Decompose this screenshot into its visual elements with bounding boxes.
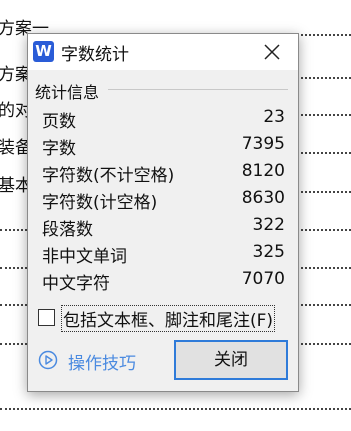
- leader-dots: [0, 267, 27, 269]
- leader-dots: [297, 114, 351, 116]
- leader-dots: [297, 34, 351, 36]
- leader-dots: [297, 304, 351, 306]
- leader-dots: [0, 343, 27, 345]
- stat-row-paragraphs: 段落数 322: [42, 212, 285, 240]
- leader-dots: [297, 191, 351, 193]
- stat-label: 中文字符: [42, 274, 110, 294]
- leader-dots: [0, 304, 27, 306]
- stat-value: 23: [263, 107, 285, 127]
- play-circle-icon: [38, 350, 58, 370]
- stat-label: 段落数: [42, 220, 93, 240]
- leader-dots: [297, 152, 351, 154]
- tips-label[interactable]: 操作技巧: [68, 349, 136, 374]
- stat-value: 8120: [241, 161, 285, 181]
- leader-dots: [297, 267, 351, 269]
- group-title: 统计信息: [35, 83, 100, 102]
- include-textboxes-label[interactable]: 包括文本框、脚注和尾注(F): [61, 305, 276, 332]
- stat-label: 页数: [42, 112, 76, 132]
- stat-value: 7395: [241, 134, 285, 154]
- stat-label: 字符数(计空格): [42, 193, 158, 213]
- stat-row-chars-with-spaces: 字符数(计空格) 8630: [42, 185, 285, 213]
- leader-dots: [297, 229, 351, 231]
- dialog-title: 字数统计: [61, 45, 129, 65]
- dialog-titlebar[interactable]: W 字数统计: [28, 34, 298, 70]
- stat-row-words: 字数 7395: [42, 131, 285, 159]
- stat-row-pages: 页数 23: [42, 104, 285, 132]
- stat-value: 7070: [241, 269, 285, 289]
- stat-label: 字数: [42, 139, 76, 159]
- stat-value: 8630: [241, 188, 285, 208]
- close-icon[interactable]: [260, 40, 284, 64]
- stats-list: 页数 23 字数 7395 字符数(不计空格) 8120 字符数(计空格) 86…: [42, 104, 285, 294]
- stat-row-chinese-chars: 中文字符 7070: [42, 266, 285, 294]
- leader-dots: [297, 77, 351, 79]
- leader-dots: [0, 408, 351, 410]
- word-count-dialog: W 字数统计 统计信息 页数 23 字数 7395 字符数(不计空格) 8120…: [27, 33, 299, 392]
- leader-dots: [0, 229, 27, 231]
- group-divider: [108, 89, 288, 90]
- close-button[interactable]: 关闭: [174, 340, 288, 380]
- wps-writer-icon: W: [33, 41, 54, 62]
- stat-value: 325: [252, 242, 285, 262]
- leader-dots: [297, 343, 351, 345]
- include-textboxes-checkbox[interactable]: [38, 309, 55, 326]
- stat-label: 非中文单词: [42, 247, 127, 267]
- stat-row-chars-no-spaces: 字符数(不计空格) 8120: [42, 158, 285, 186]
- stat-value: 322: [252, 215, 285, 235]
- stat-row-non-chinese-words: 非中文单词 325: [42, 239, 285, 267]
- stat-label: 字符数(不计空格): [42, 166, 175, 186]
